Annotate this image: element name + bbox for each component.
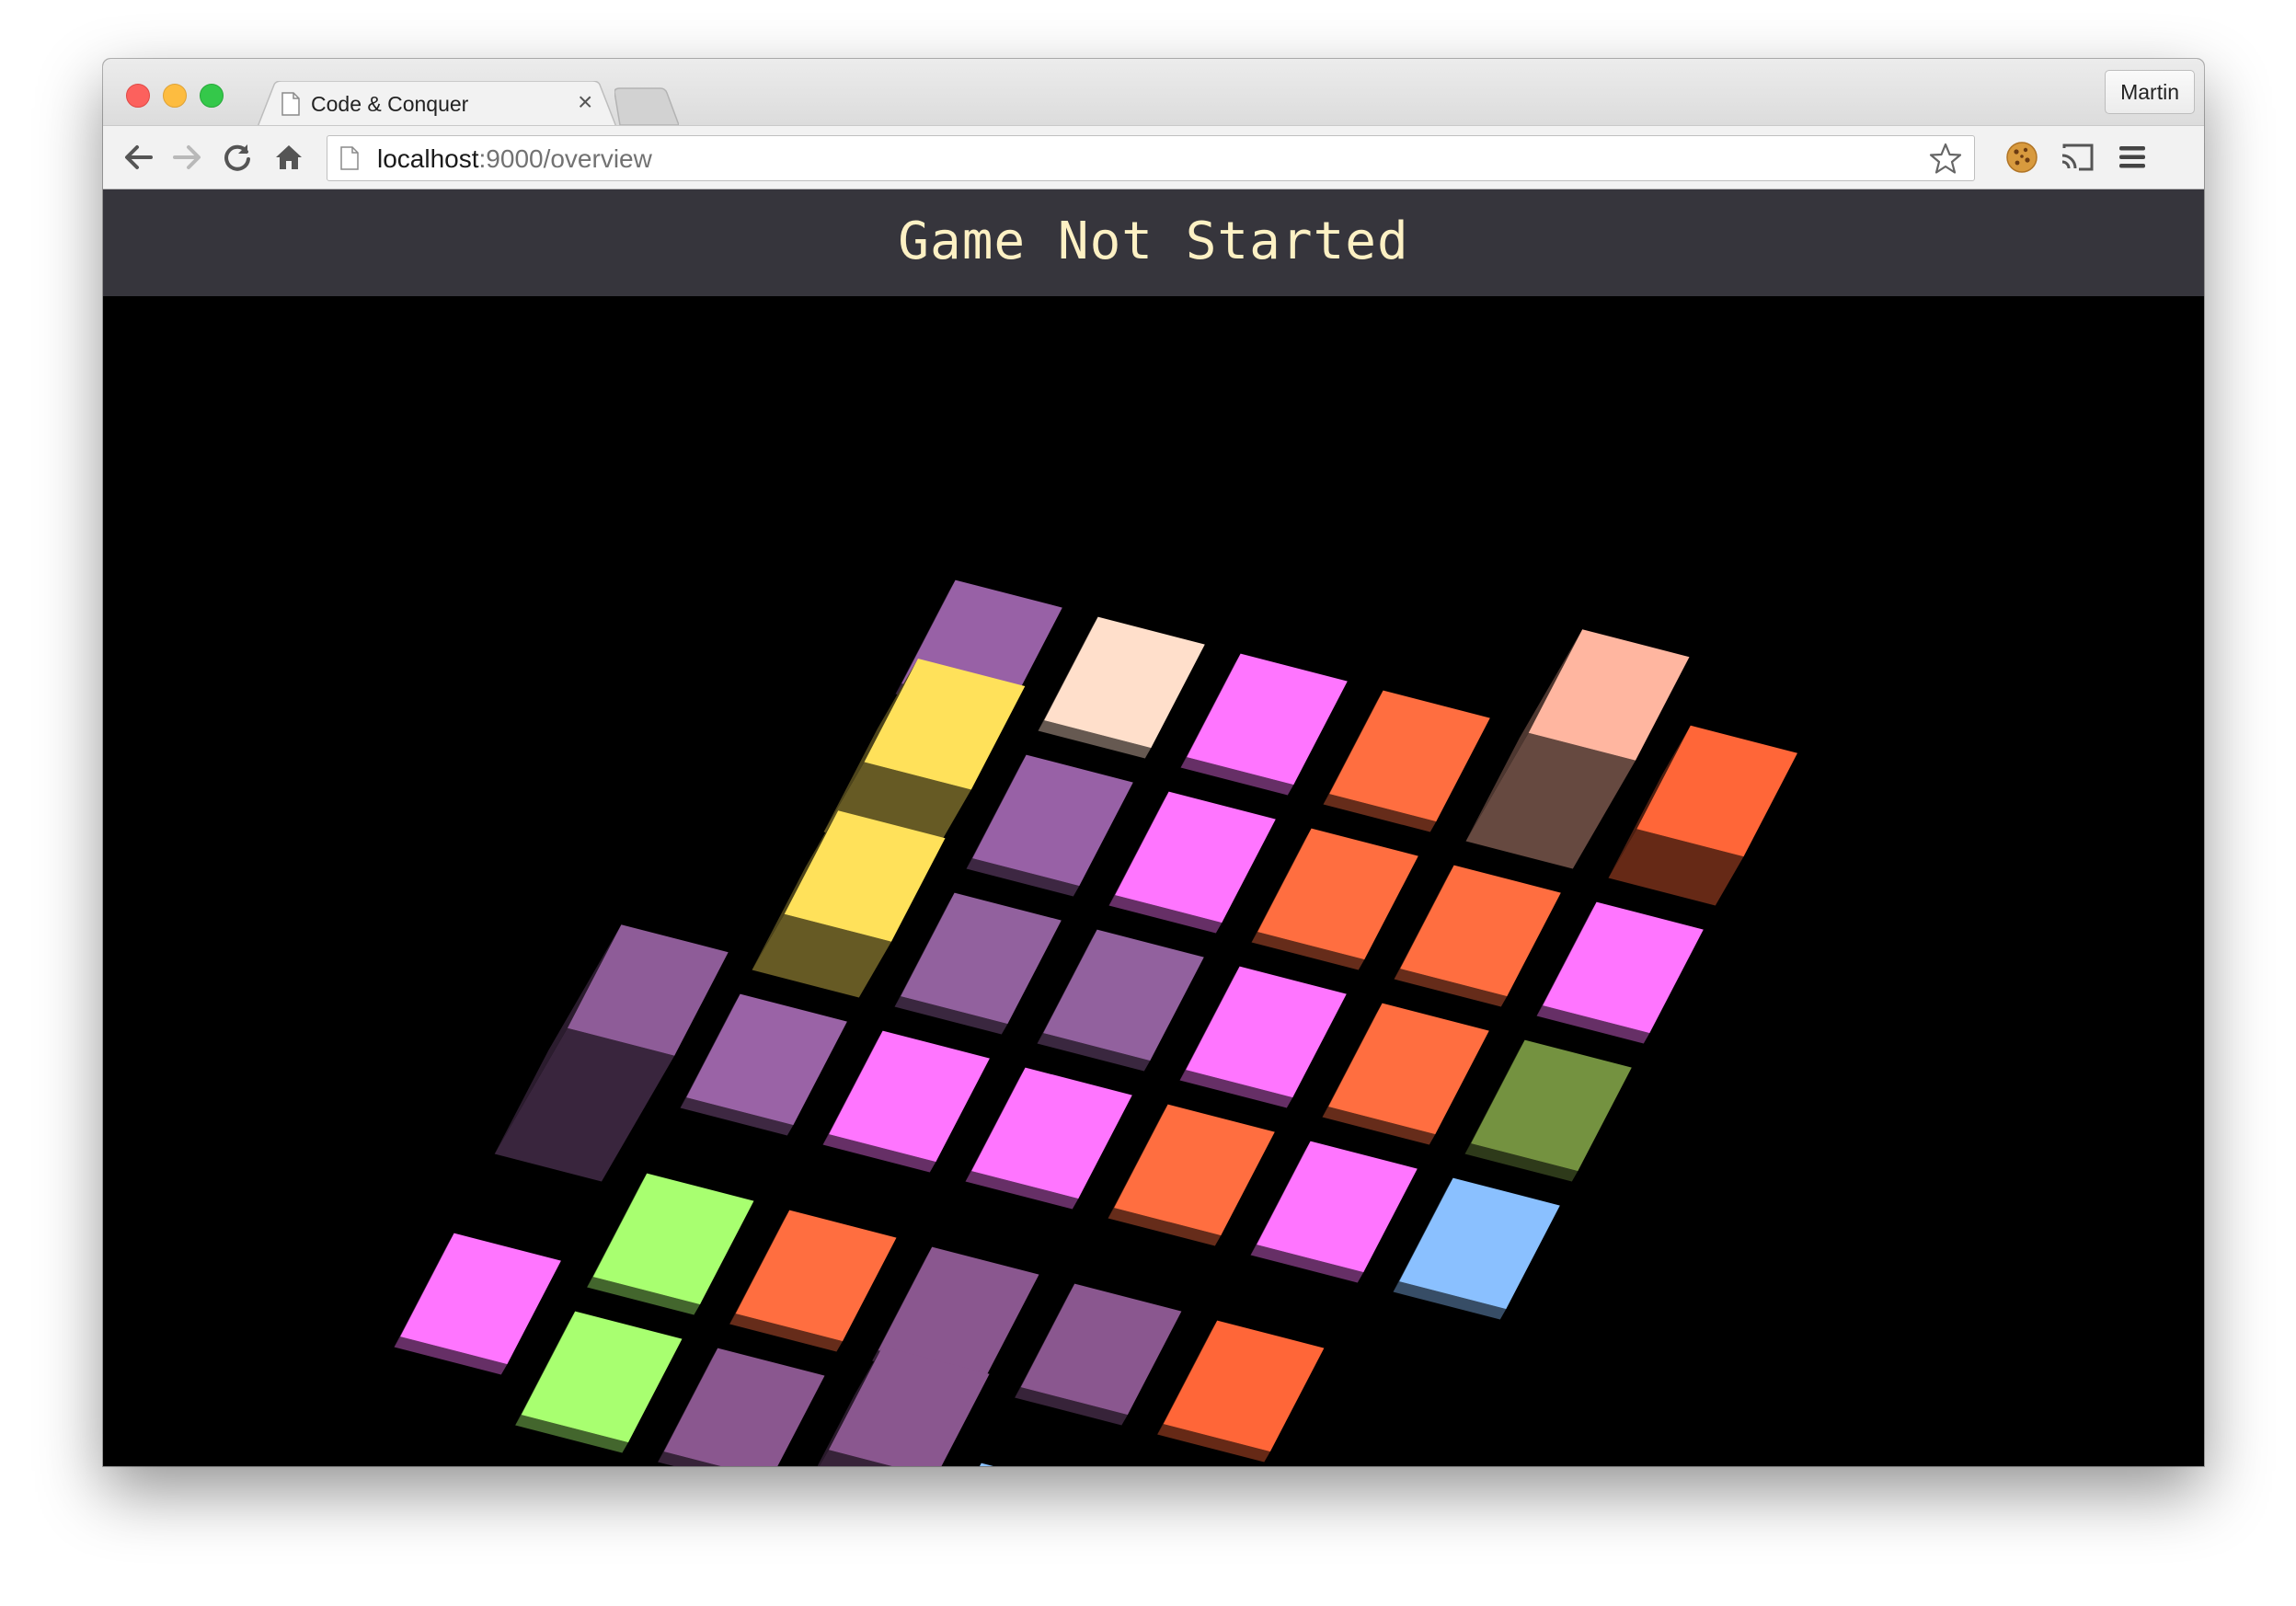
board-tile[interactable]	[1157, 1320, 1325, 1463]
game-board[interactable]	[103, 296, 2204, 1466]
board-tile[interactable]	[1180, 653, 1348, 796]
tab-close-icon[interactable]: ×	[578, 88, 592, 116]
board-tile[interactable]	[394, 1233, 561, 1375]
browser-toolbar: localhost:9000/overview	[103, 125, 2204, 189]
browser-window: Code & Conquer × Martin localhost:9000/o…	[103, 59, 2204, 1466]
document-icon	[281, 92, 300, 116]
page-title: Game Not Started	[898, 212, 1409, 271]
home-icon[interactable]	[272, 141, 305, 174]
board-tile[interactable]	[587, 1173, 754, 1315]
page-info-icon[interactable]	[340, 146, 359, 170]
url-host: localhost	[377, 144, 479, 173]
menu-icon[interactable]	[2114, 139, 2151, 176]
board-tile[interactable]	[729, 1210, 897, 1352]
tab-bar: Code & Conquer × Martin	[103, 59, 2204, 127]
board-tile[interactable]	[1038, 616, 1205, 759]
board-tile[interactable]	[1323, 690, 1490, 832]
back-arrow-icon[interactable]	[121, 141, 155, 174]
reload-icon[interactable]	[221, 141, 254, 174]
tab-title: Code & Conquer	[311, 92, 469, 116]
tile-top-face	[980, 1463, 993, 1466]
url-text: localhost:9000/overview	[377, 144, 652, 174]
close-window-button[interactable]	[126, 84, 150, 108]
tile-top-face	[663, 1348, 825, 1466]
address-bar[interactable]: localhost:9000/overview	[327, 135, 1975, 181]
game-canvas[interactable]	[103, 296, 2204, 1466]
board-tile[interactable]	[966, 754, 1133, 897]
board-tile[interactable]	[1394, 865, 1561, 1007]
board-tile[interactable]	[965, 1067, 1132, 1210]
board-tile[interactable]	[1250, 1141, 1418, 1283]
profile-button[interactable]: Martin	[2105, 70, 2195, 114]
bookmark-star-icon[interactable]	[1928, 142, 1963, 177]
board-tile[interactable]	[1251, 828, 1418, 970]
board-tile[interactable]	[1179, 966, 1347, 1108]
maximize-window-button[interactable]	[200, 84, 224, 108]
tab-active[interactable]: Code & Conquer ×	[258, 81, 616, 127]
board-tile[interactable]	[1108, 1104, 1275, 1246]
board-tile[interactable]	[515, 1311, 683, 1453]
minimize-window-button[interactable]	[163, 84, 187, 108]
url-path: :9000/overview	[478, 144, 652, 173]
new-tab-button[interactable]	[614, 86, 679, 127]
board-tile[interactable]	[1015, 1283, 1182, 1426]
board-tile[interactable]	[1393, 1177, 1560, 1320]
board-tile[interactable]	[1322, 1003, 1489, 1145]
board-tile[interactable]	[1108, 791, 1276, 934]
cast-icon[interactable]	[2059, 139, 2095, 176]
board-tile[interactable]	[1536, 901, 1704, 1044]
cookie-extension-icon[interactable]	[2003, 139, 2040, 176]
forward-arrow-icon[interactable]	[171, 141, 204, 174]
board-tile[interactable]	[494, 924, 729, 1182]
page-header: Game Not Started	[103, 189, 2204, 296]
board-tile[interactable]	[922, 1463, 1088, 1466]
board-tile[interactable]	[1464, 1039, 1632, 1182]
board-tile[interactable]	[658, 1348, 825, 1466]
board-tile[interactable]	[680, 993, 847, 1136]
board-tile[interactable]	[1037, 929, 1204, 1072]
board-tile[interactable]	[894, 892, 1062, 1035]
board-tile[interactable]	[822, 1030, 990, 1173]
